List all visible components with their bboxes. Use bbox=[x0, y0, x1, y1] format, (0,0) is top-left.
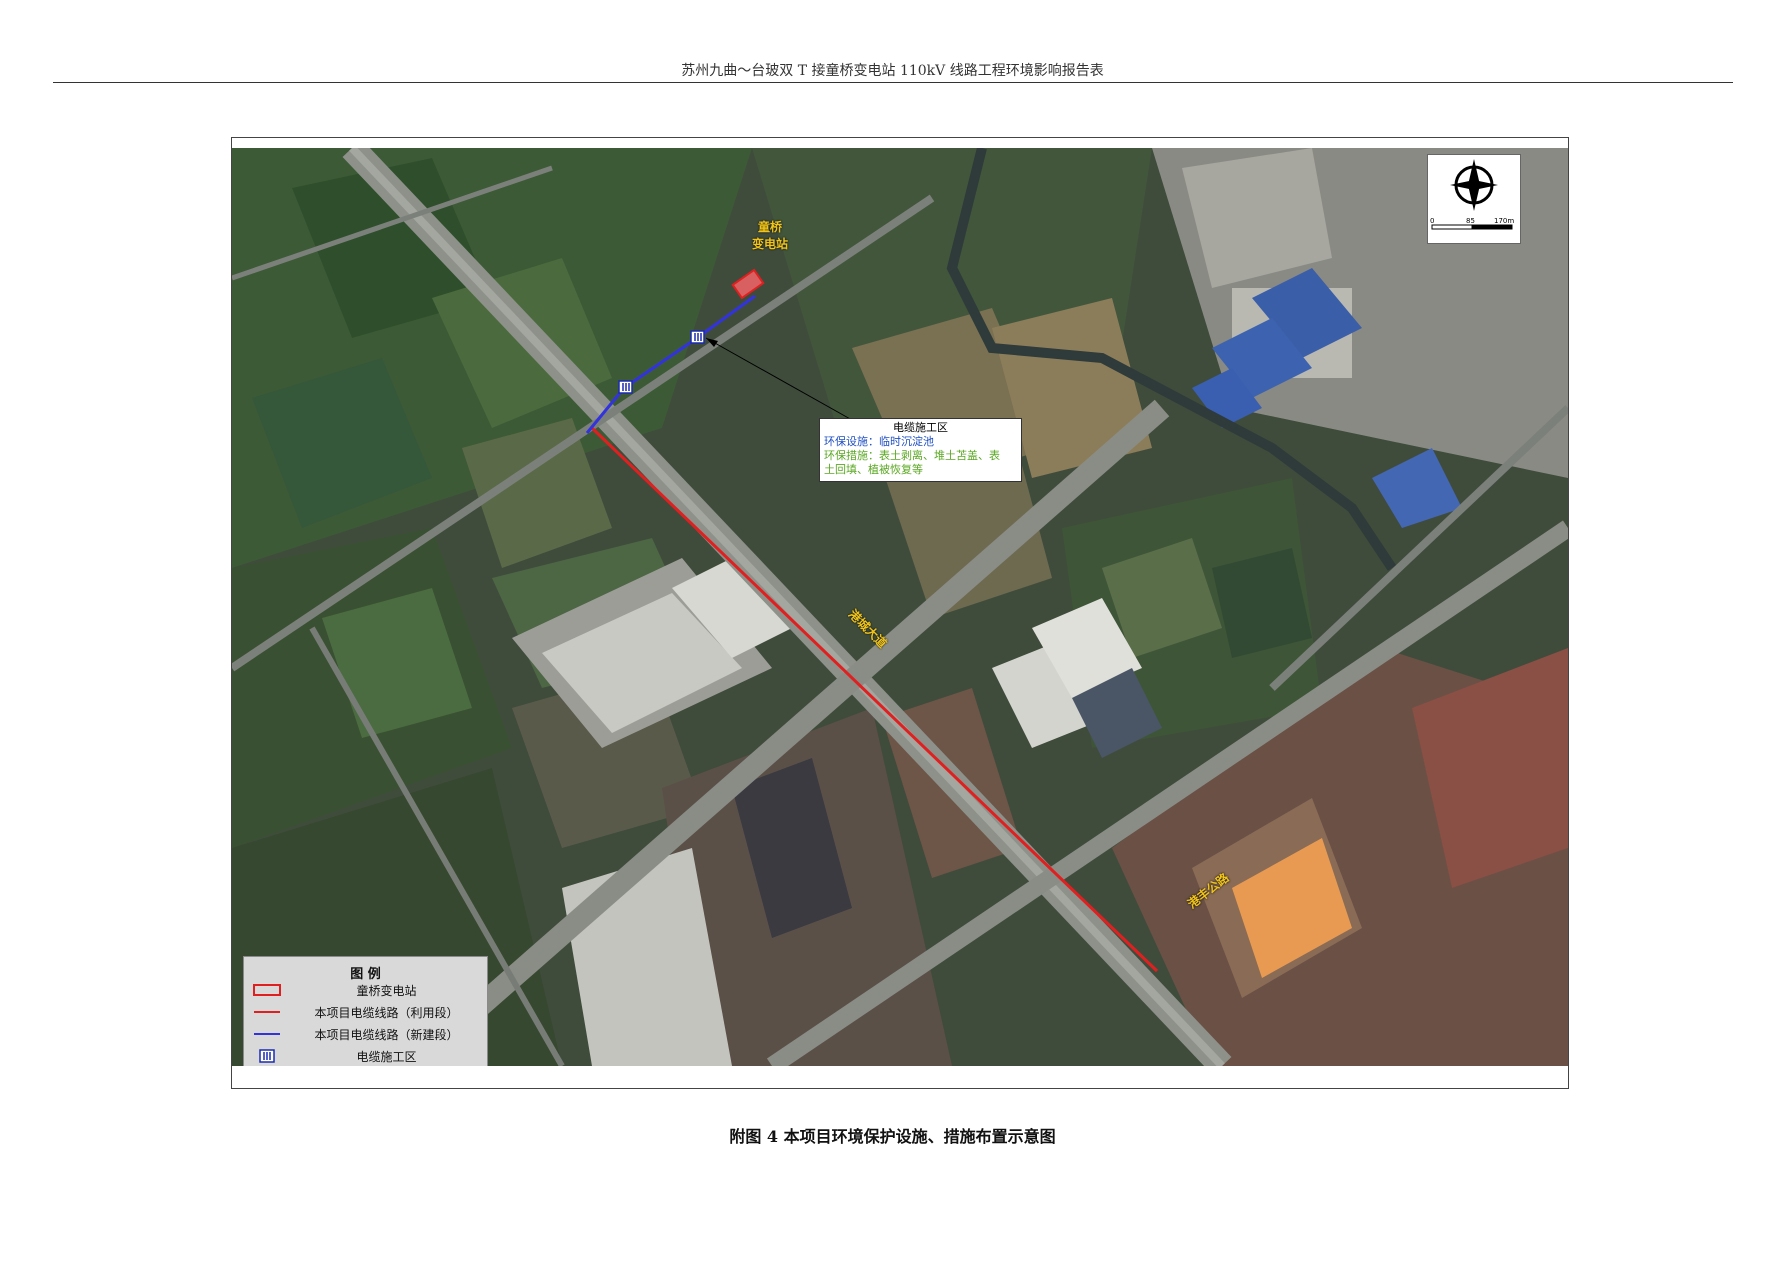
scale-end: 170m bbox=[1494, 217, 1515, 225]
substation-box-icon bbox=[253, 984, 281, 996]
construction-callout: 电缆施工区 环保设施：临时沉淀池 环保措施：表土剥离、堆土苫盖、表 土回填、植被… bbox=[819, 418, 1022, 482]
blue-line-icon bbox=[254, 1033, 280, 1035]
callout-measures-2: 土回填、植被恢复等 bbox=[824, 463, 923, 476]
legend-item: 童桥变电站 bbox=[244, 979, 487, 1001]
red-line-icon bbox=[254, 1011, 280, 1013]
document-header: 苏州九曲～台玻双 T 接童桥变电站 110kV 线路工程环境影响报告表 bbox=[681, 63, 1104, 79]
map-graphic bbox=[232, 148, 1568, 1066]
construction-zone-icon bbox=[618, 380, 633, 394]
header-rule bbox=[53, 82, 1733, 83]
north-label: N bbox=[1469, 179, 1478, 190]
callout-measures-1: 环保措施：表土剥离、堆土苫盖、表 bbox=[824, 449, 1000, 462]
map-frame: 童桥 变电站 港城大道 港丰公路 电缆施工区 环保设施：临时沉淀池 环保措施：表… bbox=[231, 137, 1569, 1089]
legend-label: 电缆施工区 bbox=[356, 1050, 417, 1064]
legend-label: 本项目电缆线路（新建段） bbox=[314, 1028, 459, 1042]
scale-mid: 85 bbox=[1466, 217, 1475, 225]
north-arrow-compass: N 0 85 170m bbox=[1427, 154, 1521, 244]
figure-caption: 附图 4 本项目环境保护设施、措施布置示意图 bbox=[729, 1127, 1056, 1146]
legend-item: 电缆施工区 bbox=[244, 1045, 487, 1066]
legend-label: 本项目电缆线路（利用段） bbox=[314, 1006, 459, 1020]
satellite-map: 童桥 变电站 港城大道 港丰公路 电缆施工区 环保设施：临时沉淀池 环保措施：表… bbox=[232, 148, 1568, 1066]
substation-label: 童桥 变电站 bbox=[752, 220, 789, 251]
callout-title: 电缆施工区 bbox=[893, 421, 948, 434]
construction-zone-icon bbox=[690, 330, 705, 344]
construction-zone-icon bbox=[259, 1049, 275, 1063]
legend-title: 图 例 bbox=[350, 967, 381, 982]
callout-facilities: 环保设施：临时沉淀池 bbox=[824, 435, 934, 448]
legend-item: 本项目电缆线路（利用段） bbox=[244, 1001, 487, 1023]
legend-label: 童桥变电站 bbox=[356, 984, 417, 998]
legend-item: 本项目电缆线路（新建段） bbox=[244, 1023, 487, 1045]
map-legend: 图 例 童桥变电站 本项目电缆线路（利用段） 本项目电缆线路（新建段） 电缆施工… bbox=[243, 956, 488, 1066]
scale-zero: 0 bbox=[1430, 217, 1435, 225]
